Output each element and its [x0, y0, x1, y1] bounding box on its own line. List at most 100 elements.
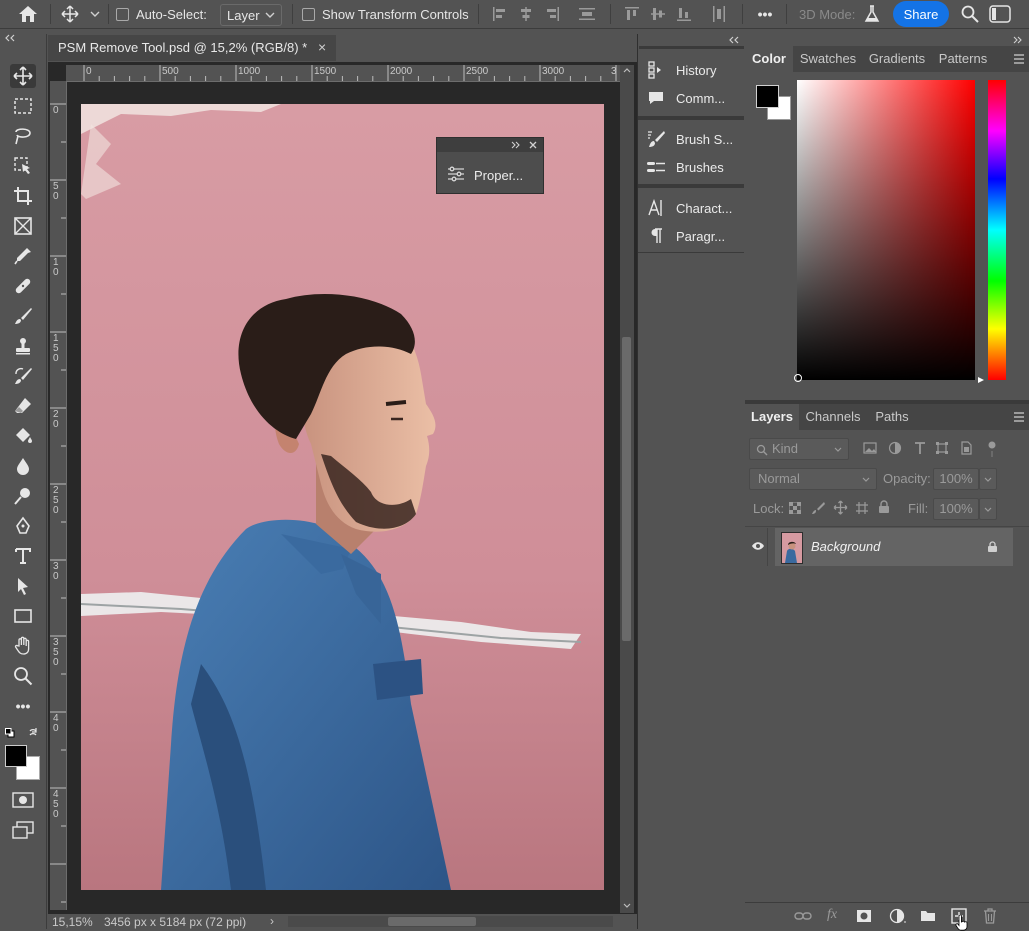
add-mask-icon[interactable] — [856, 909, 872, 923]
hue-slider-handle[interactable] — [977, 376, 985, 384]
brush-settings-panel-button[interactable]: Brush S... — [646, 127, 742, 151]
swap-colors-icon[interactable] — [28, 727, 40, 739]
tab-paths[interactable]: Paths — [867, 404, 917, 430]
history-panel-button[interactable]: History — [646, 58, 742, 82]
rectangle-tool-icon[interactable] — [10, 604, 36, 628]
foreground-color-swatch[interactable] — [5, 745, 27, 767]
delete-layer-icon[interactable] — [983, 908, 997, 924]
hand-tool-icon[interactable] — [10, 634, 36, 658]
status-menu-arrow[interactable]: › — [270, 914, 274, 928]
zoom-tool-icon[interactable] — [10, 664, 36, 688]
eyedropper-tool-icon[interactable] — [10, 244, 36, 268]
align-center-h-icon[interactable] — [516, 4, 536, 24]
filter-adjustment-icon[interactable] — [888, 441, 902, 455]
scroll-up-icon[interactable] — [623, 67, 631, 73]
lock-transparent-icon[interactable] — [789, 502, 801, 514]
path-selection-tool-icon[interactable] — [10, 574, 36, 598]
expand-panels-icon[interactable] — [728, 36, 740, 44]
collapse-panel-icon[interactable] — [511, 141, 521, 149]
screen-mode-icon[interactable] — [10, 818, 36, 842]
default-colors-icon[interactable] — [5, 728, 15, 738]
new-group-icon[interactable] — [920, 909, 936, 922]
pen-tool-icon[interactable] — [10, 514, 36, 538]
auto-select-checkbox[interactable] — [116, 4, 129, 24]
beaker-icon[interactable] — [862, 4, 882, 24]
brushes-panel-button[interactable]: Brushes — [646, 155, 742, 179]
filter-pixel-icon[interactable] — [863, 442, 877, 454]
lasso-tool-icon[interactable] — [10, 124, 36, 148]
zoom-level[interactable]: 15,15% — [52, 915, 93, 929]
layer-lock-icon[interactable] — [987, 541, 998, 553]
blur-tool-icon[interactable] — [10, 454, 36, 478]
tab-layers[interactable]: Layers — [745, 404, 799, 430]
eraser-tool-icon[interactable] — [10, 394, 36, 418]
fill-input[interactable]: 100% — [933, 498, 979, 520]
collapse-toolbar-icon[interactable] — [4, 34, 16, 42]
vertical-scrollbar[interactable] — [620, 65, 634, 913]
paragraph-panel-button[interactable]: Paragr... — [646, 224, 742, 248]
distribute-icon[interactable] — [576, 4, 598, 24]
lock-all-icon[interactable] — [878, 500, 890, 514]
collapse-dock-icon[interactable] — [1013, 36, 1023, 44]
tab-channels[interactable]: Channels — [801, 404, 865, 430]
comments-panel-button[interactable]: Comm... — [646, 86, 742, 110]
crop-tool-icon[interactable] — [10, 184, 36, 208]
color-field[interactable] — [794, 80, 975, 382]
dodge-tool-icon[interactable] — [10, 484, 36, 508]
edit-toolbar-icon[interactable]: ••• — [10, 694, 36, 718]
clone-stamp-tool-icon[interactable] — [10, 334, 36, 358]
type-tool-icon[interactable] — [10, 544, 36, 568]
layer-filter-dropdown[interactable]: Kind — [749, 438, 849, 460]
panel-menu-icon[interactable] — [1013, 54, 1025, 64]
chevron-down-icon[interactable] — [88, 4, 102, 24]
opacity-input[interactable]: 100% — [933, 468, 979, 490]
foreground-color-chip[interactable] — [756, 85, 779, 108]
object-selection-tool-icon[interactable] — [10, 154, 36, 178]
close-document-icon[interactable]: × — [318, 39, 326, 55]
scroll-thumb[interactable] — [388, 917, 476, 926]
align-right-icon[interactable] — [542, 4, 562, 24]
adjustment-layer-icon[interactable] — [889, 908, 907, 924]
align-middle-icon[interactable] — [648, 4, 668, 24]
move-tool-icon[interactable] — [10, 64, 36, 88]
share-button[interactable]: Share — [893, 1, 949, 27]
align-bottom-icon[interactable] — [674, 4, 694, 24]
brush-tool-icon[interactable] — [10, 304, 36, 328]
fill-slider-toggle[interactable] — [979, 498, 997, 520]
marquee-tool-icon[interactable] — [10, 94, 36, 118]
more-options-icon[interactable]: ••• — [752, 4, 778, 24]
paint-bucket-tool-icon[interactable] — [10, 424, 36, 448]
horizontal-scrollbar[interactable] — [288, 916, 613, 927]
lock-pixels-icon[interactable] — [811, 501, 825, 515]
tab-gradients[interactable]: Gradients — [863, 46, 931, 72]
auto-select-target-dropdown[interactable]: Layer — [220, 4, 282, 26]
filter-shape-icon[interactable] — [935, 441, 949, 455]
scroll-thumb[interactable] — [622, 337, 631, 641]
quick-mask-icon[interactable] — [10, 788, 36, 812]
lock-position-icon[interactable] — [833, 500, 848, 515]
frame-tool-icon[interactable] — [10, 214, 36, 238]
tab-swatches[interactable]: Swatches — [795, 46, 861, 72]
show-transform-checkbox[interactable] — [302, 4, 315, 24]
filter-smart-object-icon[interactable] — [959, 441, 973, 455]
lock-artboard-icon[interactable] — [855, 501, 869, 515]
tab-color[interactable]: Color — [745, 46, 793, 72]
link-layers-icon[interactable] — [794, 910, 812, 922]
color-picker-cursor[interactable] — [794, 374, 802, 382]
layer-row-background[interactable]: Background — [775, 528, 1013, 566]
visibility-eye-icon[interactable] — [751, 541, 765, 551]
home-icon[interactable] — [14, 4, 42, 24]
search-icon[interactable] — [959, 4, 981, 24]
tab-patterns[interactable]: Patterns — [933, 46, 993, 72]
align-top-icon[interactable] — [622, 4, 642, 24]
fx-icon[interactable]: fx — [827, 907, 837, 923]
move-tool-preset-icon[interactable] — [58, 4, 82, 24]
character-panel-button[interactable]: Charact... — [646, 196, 742, 220]
panel-header[interactable] — [437, 138, 543, 152]
workspace-icon[interactable] — [988, 4, 1012, 24]
filter-toggle-icon[interactable] — [987, 440, 997, 458]
canvas-image[interactable] — [81, 104, 604, 890]
align-left-icon[interactable] — [490, 4, 510, 24]
hue-slider[interactable] — [988, 80, 1006, 380]
scroll-down-icon[interactable] — [623, 903, 631, 909]
